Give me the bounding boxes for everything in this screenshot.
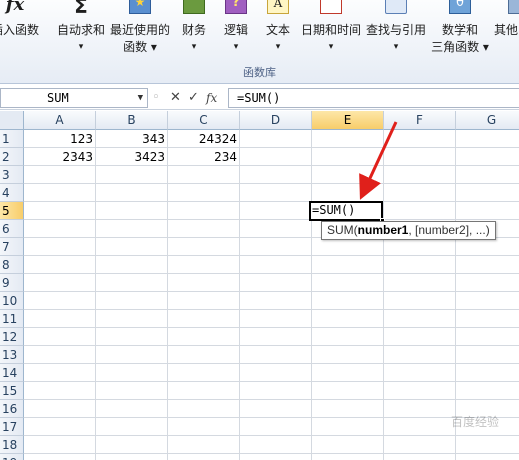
text-icon: A — [267, 0, 289, 14]
group-label: 函数库 — [243, 66, 276, 79]
watermark: 百度经验 — [450, 415, 499, 429]
chevron-down-icon[interactable]: ▼ — [138, 89, 143, 107]
financial-dropdown: ▾ — [191, 42, 197, 52]
lookup-reference-dropdown: ▾ — [393, 42, 399, 52]
recently-used-label-2: 函数 ▾ — [123, 40, 157, 54]
formula-buttons: ◦ ✕ ✓ fx — [150, 88, 226, 108]
more-functions-icon — [508, 0, 519, 14]
date-time-dropdown: ▾ — [328, 42, 334, 52]
more-functions-label: 其他函 — [494, 23, 519, 37]
enter-check-icon[interactable]: ✓ — [188, 88, 199, 108]
autosum-dropdown: ▾ — [78, 42, 84, 52]
worksheet-grid[interactable]: ABCDEFG 12345678910111213141516171819 12… — [0, 111, 519, 460]
autosum-label: 自动求和 — [56, 23, 105, 37]
date-time-label: 日期和时间 — [300, 23, 361, 37]
cancel-icon[interactable]: ✕ — [170, 88, 181, 108]
name-box[interactable]: SUM ▼ — [0, 88, 148, 108]
insert-function-icon[interactable]: fx — [206, 88, 217, 108]
math-trig-icon: θ — [449, 0, 471, 14]
ribbon-formulas: fx 插入函数 Σ 自动求和 ▾ ★ 最近使用的 函数 ▾ 财务 ▾ ? 逻辑 … — [0, 0, 519, 84]
formula-bar: SUM ▼ ◦ ✕ ✓ fx =SUM() — [0, 86, 519, 110]
autosum-sigma-icon: Σ — [74, 0, 88, 18]
math-trig-label-2: 三角函数 ▾ — [431, 40, 489, 54]
red-arrow-annotation — [359, 121, 398, 200]
text-label: 文本 — [265, 23, 290, 37]
financial-label: 财务 — [181, 23, 206, 37]
math-trig-label: 数学和 — [441, 23, 478, 37]
insert-function-label: 插入函数 — [0, 23, 39, 37]
recently-used-label: 最近使用的 — [109, 23, 170, 37]
logical-label: 逻辑 — [223, 23, 248, 37]
function-fx-icon: fx — [5, 0, 25, 15]
recently-used-icon: ★ — [129, 0, 151, 14]
logical-icon: ? — [225, 0, 247, 14]
formula-input[interactable]: =SUM() — [228, 88, 519, 108]
logical-dropdown: ▾ — [233, 42, 239, 52]
date-time-icon — [320, 0, 342, 14]
splitter-handle-icon[interactable]: ◦ — [152, 88, 160, 108]
text-dropdown: ▾ — [275, 42, 281, 52]
lookup-reference-label: 查找与引用 — [365, 23, 426, 37]
lookup-reference-icon — [385, 0, 407, 14]
name-box-value: SUM — [47, 91, 69, 105]
financial-icon — [183, 0, 205, 14]
